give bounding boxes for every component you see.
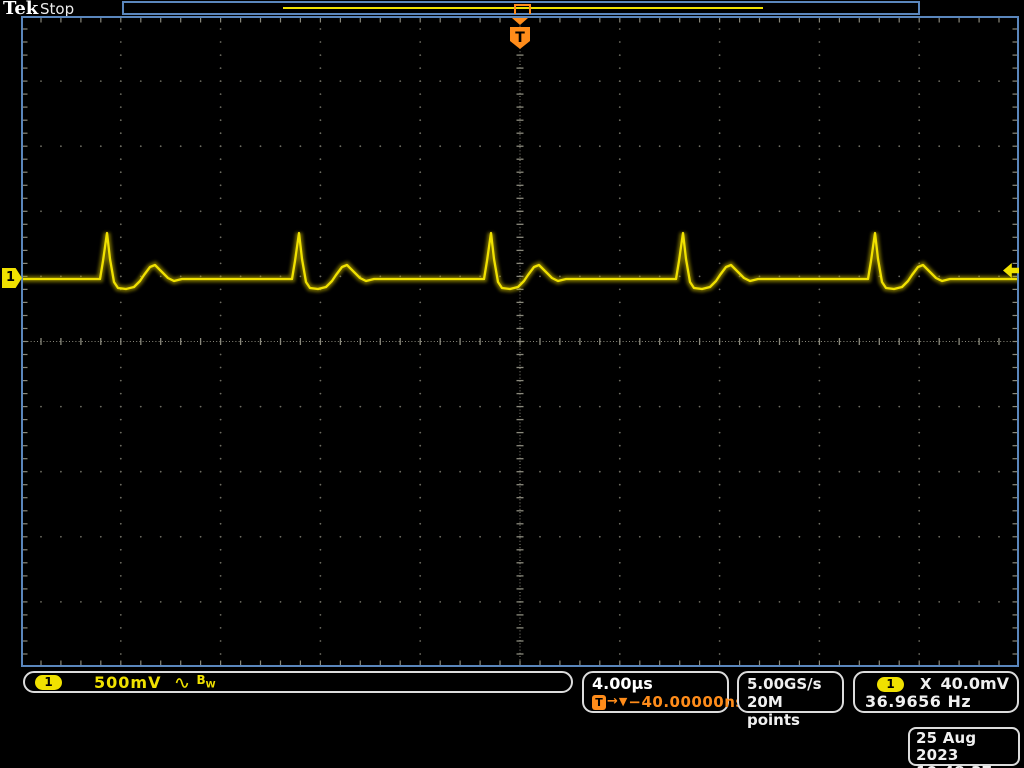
graticule-svg: T (21, 16, 1019, 667)
datetime-readout: 25 Aug 2023 10:48:37 (908, 727, 1020, 768)
time-value: 10:48:37 (916, 764, 1012, 768)
trigger-row: 1 X 40.0mV (863, 675, 1009, 693)
trigger-level-value: 40.0mV (940, 674, 1009, 693)
trigger-delay-row: T → ▼ −40.00000ns (592, 693, 744, 711)
timebase-scale: 4.00µs (592, 674, 653, 693)
trigger-slope-icon: X (920, 675, 932, 693)
record-view-bar[interactable] (122, 1, 920, 15)
oscilloscope-screen: Tek Stop T 1 1 500mV BW 4.00µs T → ▼ −40… (0, 0, 1024, 768)
channel1-scale: 500mV (94, 672, 162, 692)
channel1-readout[interactable]: 1 500mV BW (23, 671, 573, 693)
trigger-readout[interactable]: 1 X 40.0mV 36.9656 Hz (853, 671, 1019, 713)
record-length: 20M points (747, 693, 800, 729)
acquisition-readout[interactable]: 5.00GS/s 20M points (737, 671, 844, 729)
trigger-t-icon: T (592, 694, 606, 710)
graticule: T (21, 16, 1019, 667)
record-window-bracket-icon[interactable] (514, 4, 531, 14)
sample-rate: 5.00GS/s (747, 675, 822, 693)
trigger-frequency: 36.9656 Hz (865, 692, 972, 711)
channel1-badge: 1 (35, 674, 62, 690)
timebase-readout[interactable]: 4.00µs T → ▼ −40.00000ns (582, 671, 744, 713)
trigger-position-icon: ▼ (618, 695, 628, 708)
bandwidth-limit-indicator: BW (196, 673, 216, 691)
date-value: 25 Aug 2023 (916, 729, 977, 764)
channel1-ground-marker[interactable]: 1 (2, 268, 22, 288)
coupling-icon (175, 676, 190, 689)
trigger-position-triangle-icon[interactable] (512, 18, 528, 25)
trigger-delay-value: −40.00000ns (628, 693, 745, 711)
arrow-right-icon: → (607, 694, 618, 709)
trigger-flag-label: T (515, 30, 525, 46)
trigger-source-badge: 1 (877, 676, 904, 692)
